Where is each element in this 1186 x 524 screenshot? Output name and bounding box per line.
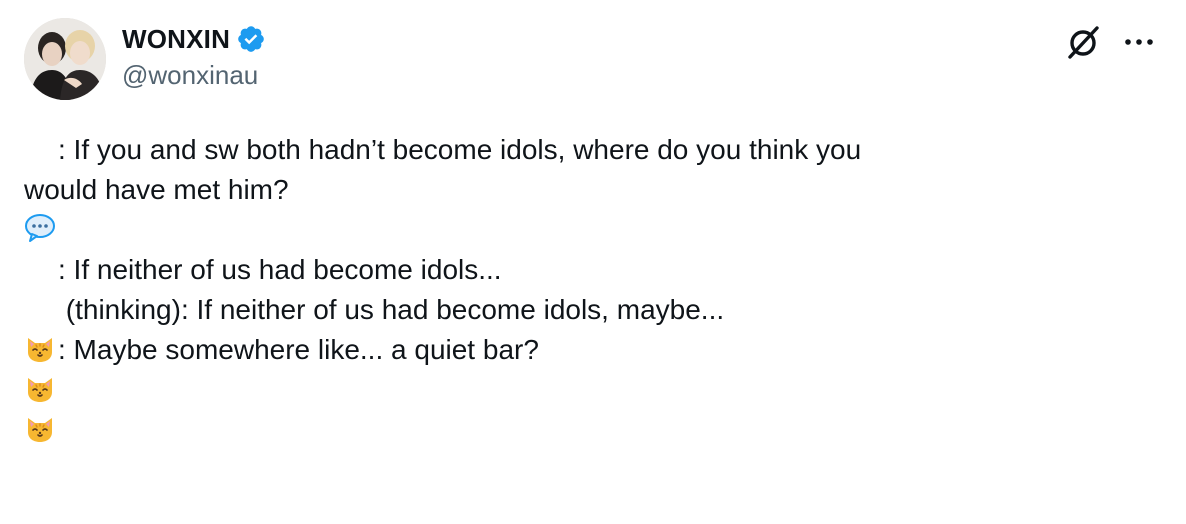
more-dots-icon[interactable] (1122, 25, 1156, 59)
handle[interactable]: @wonxinau (122, 60, 258, 91)
question-text: : If you and sw both hadn’t become idols… (58, 134, 862, 165)
tweet-text: : If you and sw both hadn’t become idols… (24, 130, 1144, 442)
tweet-card: WONXIN @wonxinau: If you and sw both ha… (0, 0, 1186, 442)
answer-text-3: : Maybe somewhere like... a quiet bar? (58, 334, 539, 365)
top-actions (1064, 22, 1156, 62)
avatar-image (24, 18, 106, 100)
question-line-cont: would have met him? (24, 170, 1144, 210)
avatar[interactable] (24, 18, 106, 100)
grok-slash-icon[interactable] (1064, 22, 1104, 62)
author-name-row: WONXIN (122, 22, 266, 56)
answer-line-1: : If neither of us had become idols... (24, 250, 1144, 362)
cat-face-icon (24, 252, 56, 362)
answer-line-3: : Maybe somewhere like... a quiet bar? (24, 330, 1144, 442)
speech-bubble-icon (24, 132, 56, 242)
question-line: : If you and sw both hadn’t become idols… (24, 130, 1144, 242)
answer-text-2: (thinking): If neither of us had become … (58, 294, 725, 325)
cat-face-icon (24, 332, 56, 442)
cat-face-icon (24, 292, 56, 402)
answer-text-1: : If neither of us had become idols... (58, 254, 502, 285)
display-name[interactable]: WONXIN (122, 24, 230, 55)
answer-line-2: (thinking): If neither of us had become … (24, 290, 1144, 402)
verified-badge-icon[interactable] (236, 24, 266, 54)
